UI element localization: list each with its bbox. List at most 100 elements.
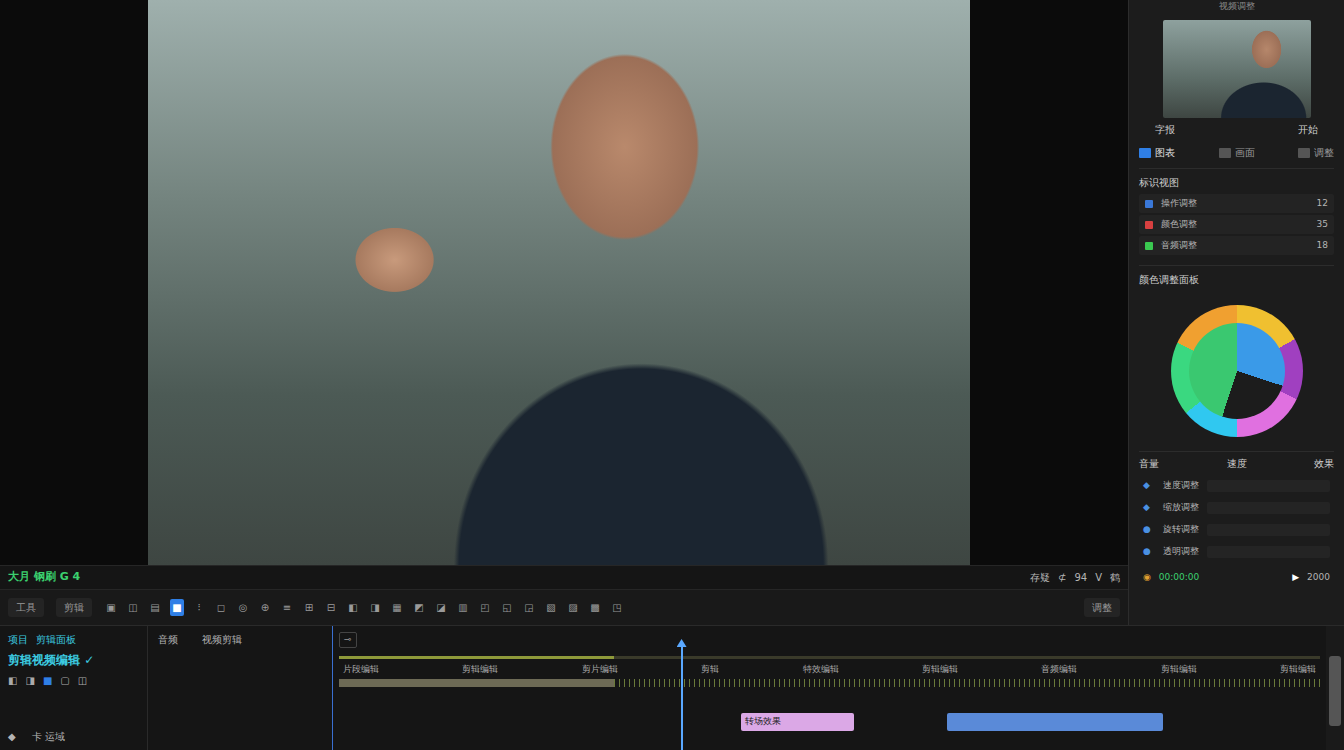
row-name: 颜色调整 bbox=[1161, 218, 1309, 232]
tool-button[interactable]: ◲ bbox=[522, 599, 536, 616]
tool-button[interactable]: ▣ bbox=[104, 599, 118, 616]
header-label: 效果 bbox=[1314, 456, 1334, 471]
tool-button[interactable]: ◰ bbox=[478, 599, 492, 616]
timeline[interactable]: ⊸片段编辑剪辑编辑剪片编辑剪辑特效编辑剪辑编辑音频编辑剪辑编辑剪辑编辑转场效果 bbox=[333, 626, 1326, 750]
timeline-clip[interactable]: 转场效果 bbox=[741, 713, 854, 731]
ruler-label: 剪辑 bbox=[701, 663, 719, 679]
property-row[interactable]: ◆缩放调整 bbox=[1139, 497, 1334, 519]
tool-button[interactable]: ◻ bbox=[214, 599, 228, 616]
view-tab[interactable]: 图表 bbox=[1139, 145, 1175, 160]
timeline-tools: ◧ ◨ ■ ▢ ◫ bbox=[8, 673, 139, 688]
ruler-label: 特效编辑 bbox=[803, 663, 839, 679]
range-track bbox=[339, 656, 1320, 659]
color-swatch bbox=[1145, 221, 1153, 229]
list-row[interactable]: 音频调整18 bbox=[1139, 236, 1334, 255]
tools-menu[interactable]: 工具 bbox=[8, 598, 44, 617]
property-row[interactable]: ●透明调整 bbox=[1139, 541, 1334, 563]
view-tab[interactable]: 调整 bbox=[1298, 145, 1334, 160]
playhead[interactable] bbox=[681, 644, 683, 750]
row-name: 操作调整 bbox=[1161, 197, 1309, 211]
video-track: 转场效果 bbox=[339, 693, 1320, 731]
tool-button[interactable]: ⊕ bbox=[258, 599, 272, 616]
scroll-thumb[interactable] bbox=[1329, 656, 1341, 726]
clip-label: 大月 钢刷 G 4 bbox=[8, 569, 80, 586]
tab-label: 图表 bbox=[1155, 145, 1175, 160]
playback-item[interactable]: 鹤 bbox=[1110, 570, 1120, 585]
tool-button[interactable]: ◫ bbox=[126, 599, 140, 616]
track-label: 音频 bbox=[158, 632, 178, 647]
value-readout: 2000 bbox=[1307, 571, 1330, 585]
property-row[interactable]: ◆速度调整 bbox=[1139, 475, 1334, 497]
timeline-tool[interactable]: ◫ bbox=[78, 673, 87, 688]
caption-text: 字报 bbox=[1155, 122, 1175, 137]
track-labels: 音频视频剪辑 bbox=[148, 626, 333, 750]
tool-button[interactable]: ▥ bbox=[456, 599, 470, 616]
timeline-title: 剪辑视频编辑 ✓ bbox=[8, 651, 139, 669]
view-tabs: 图表 画面 调整 bbox=[1139, 141, 1334, 164]
panel-tab[interactable]: 项目 bbox=[8, 632, 28, 647]
tool-button[interactable]: ⁝ bbox=[192, 599, 206, 616]
view-tab[interactable]: 画面 bbox=[1219, 145, 1255, 160]
timeline-tool[interactable]: ◧ bbox=[8, 673, 17, 688]
playback-item[interactable]: 存疑 bbox=[1030, 570, 1050, 585]
property-field[interactable] bbox=[1207, 480, 1330, 492]
tool-button[interactable]: ◎ bbox=[236, 599, 250, 616]
ruler-label: 剪片编辑 bbox=[582, 663, 618, 679]
ruler-label: 音频编辑 bbox=[1041, 663, 1077, 679]
tool-button[interactable]: ⊞ bbox=[302, 599, 316, 616]
clip-label: 转场效果 bbox=[745, 716, 781, 726]
side-item[interactable]: ◆ bbox=[8, 729, 16, 744]
tool-button[interactable]: ◱ bbox=[500, 599, 514, 616]
playback-controls: 存疑 ⊄ 94 Ⅴ鹤 bbox=[1030, 570, 1120, 585]
color-swatch bbox=[1145, 200, 1153, 208]
timeline-tool[interactable]: ▢ bbox=[60, 673, 69, 688]
tool-button[interactable]: ⊟ bbox=[324, 599, 338, 616]
panel-tab[interactable]: 剪辑面板 bbox=[36, 632, 76, 647]
tool-button[interactable]: ◳ bbox=[610, 599, 624, 616]
tool-button[interactable]: ◪ bbox=[434, 599, 448, 616]
range-fill bbox=[339, 656, 614, 659]
project-panel: 项目剪辑面板剪辑视频编辑 ✓ ◧ ◨ ■ ▢ ◫ ◆ 卡 运域 bbox=[0, 626, 148, 750]
side-item[interactable]: 卡 运域 bbox=[32, 729, 65, 744]
tool-button[interactable]: ▩ bbox=[588, 599, 602, 616]
property-field[interactable] bbox=[1207, 546, 1330, 558]
thumbnail[interactable] bbox=[1163, 20, 1311, 118]
property-row[interactable]: ● 旋转调整 bbox=[1139, 519, 1334, 541]
tool-button[interactable]: ≡ bbox=[280, 599, 294, 616]
edit-menu[interactable]: 剪辑 bbox=[56, 598, 92, 617]
tool-button[interactable]: ◨ bbox=[368, 599, 382, 616]
header-label: 音量 bbox=[1139, 456, 1159, 471]
tab-label: 调整 bbox=[1314, 145, 1334, 160]
status-icon: ◉ bbox=[1143, 571, 1151, 585]
tool-button[interactable]: ◧ bbox=[346, 599, 360, 616]
adjust-menu[interactable]: 调整 bbox=[1084, 598, 1120, 617]
link-icon[interactable]: ⊸ bbox=[339, 632, 357, 648]
timeline-tool[interactable]: ◨ bbox=[25, 673, 34, 688]
tool-button[interactable]: ▧ bbox=[544, 599, 558, 616]
property-field[interactable] bbox=[1207, 524, 1330, 536]
list-row[interactable]: 颜色调整35 bbox=[1139, 215, 1334, 234]
list-row[interactable]: 操作调整12 bbox=[1139, 194, 1334, 213]
property-label: 缩放调整 bbox=[1163, 501, 1199, 515]
footer-row: ◉00:00:00▶2000 bbox=[1139, 567, 1334, 589]
color-wheel[interactable] bbox=[1171, 305, 1303, 437]
thumbnail-caption: 字报开始 bbox=[1139, 118, 1334, 141]
scrollbar[interactable] bbox=[1326, 626, 1344, 750]
color-wheel-center[interactable] bbox=[1189, 323, 1285, 419]
timeline-clip[interactable] bbox=[947, 713, 1163, 731]
tool-button[interactable]: ■ bbox=[170, 599, 184, 616]
playback-item[interactable]: Ⅴ bbox=[1095, 570, 1102, 585]
header-label: 速度 bbox=[1227, 456, 1247, 471]
play-button[interactable]: ▶ bbox=[1292, 571, 1299, 585]
tool-button[interactable]: ▨ bbox=[566, 599, 580, 616]
tool-button[interactable]: ◩ bbox=[412, 599, 426, 616]
playback-item[interactable]: 94 bbox=[1074, 570, 1087, 585]
ruler-label: 剪辑编辑 bbox=[922, 663, 958, 679]
property-label: 旋转调整 bbox=[1163, 523, 1199, 537]
property-field[interactable] bbox=[1207, 502, 1330, 514]
playback-item[interactable]: ⊄ bbox=[1058, 570, 1066, 585]
timeline-tool[interactable]: ■ bbox=[43, 673, 52, 688]
tool-button[interactable]: ▤ bbox=[148, 599, 162, 616]
property-icon: ● bbox=[1143, 523, 1155, 537]
tool-button[interactable]: ▦ bbox=[390, 599, 404, 616]
